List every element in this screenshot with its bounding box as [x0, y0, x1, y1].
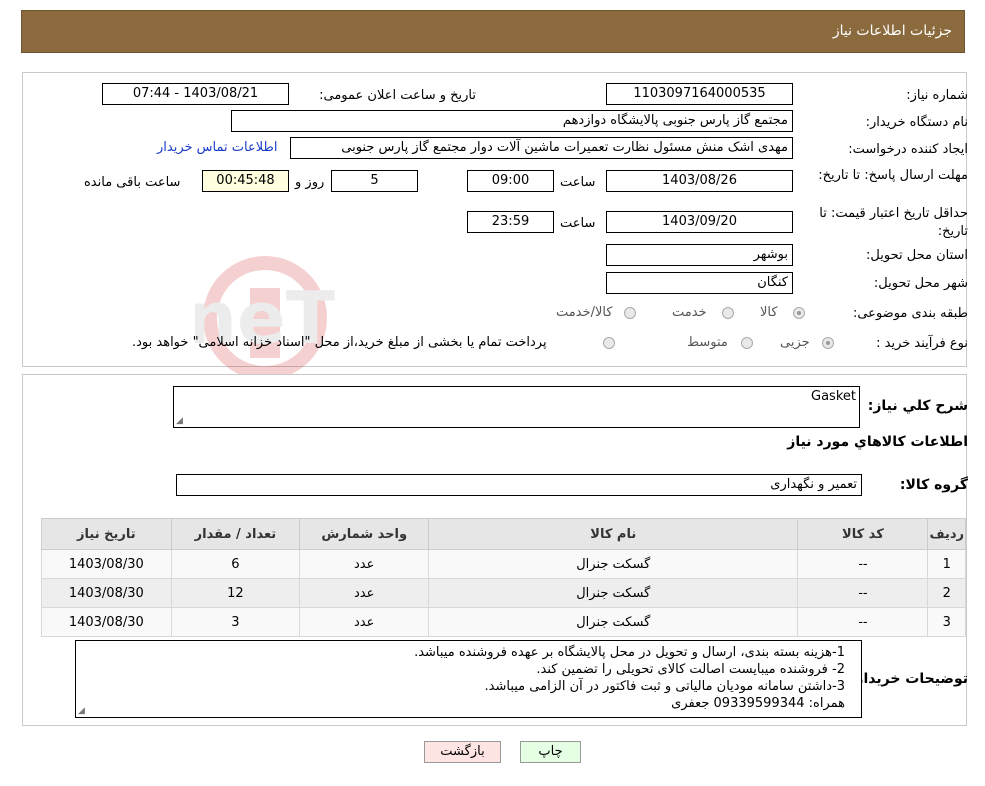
col-quantity: تعداد / مقدار: [170, 518, 301, 550]
col-unit: واحد شمارش: [299, 518, 430, 550]
col-item-code: کد کالا: [797, 518, 929, 550]
purchase-medium-label: متوسط: [687, 335, 728, 350]
category-label: طبقه بندی موضوعی:: [852, 306, 968, 321]
cell-row-number: 3: [927, 607, 966, 637]
purchase-medium-radio[interactable]: [741, 337, 753, 349]
remaining-label: ساعت باقی مانده: [84, 175, 181, 190]
cell-unit: عدد: [299, 607, 430, 637]
need-number-label: شماره نیاز:: [906, 88, 968, 103]
contact-buyer-link[interactable]: اطلاعات تماس خریدار: [157, 140, 277, 155]
validity-time-label: ساعت: [560, 216, 596, 231]
cell-quantity: 12: [170, 578, 301, 608]
category-goods-radio[interactable]: [793, 307, 805, 319]
table-header-row: رديف کد کالا نام کالا واحد شمارش تعداد /…: [41, 518, 966, 550]
treasury-note-radio[interactable]: [603, 337, 615, 349]
table-row: 1 -- گسکت جنرال عدد 6 1403/08/30: [41, 549, 966, 579]
validity-date-field: 1403/09/20: [606, 211, 793, 233]
cell-item-code: --: [797, 578, 929, 608]
cell-item-code: --: [797, 549, 929, 579]
col-item-name: نام کالا: [428, 518, 799, 550]
buyer-note-line: 3-داشتن سامانه مودیان مالیاتی و ثبت فاکت…: [484, 679, 845, 694]
creator-field: مهدی اشک منش مسئول نظارت تعمیرات ماشین آ…: [290, 137, 793, 159]
remaining-time-field: 00:45:48: [202, 170, 289, 192]
page-header: جزئیات اطلاعات نیاز: [21, 10, 965, 53]
city-field: کنگان: [606, 272, 793, 294]
goods-info-title: اطلاعات کالاهاي مورد نياز: [787, 434, 968, 450]
creator-label: ایجاد کننده درخواست:: [848, 142, 968, 157]
summary-textarea[interactable]: Gasket ◢: [173, 386, 860, 428]
cell-item-name: گسکت جنرال: [428, 549, 799, 579]
province-field: بوشهر: [606, 244, 793, 266]
category-goods-service-radio[interactable]: [624, 307, 636, 319]
col-need-date: تاریخ نیاز: [41, 518, 172, 550]
cell-item-name: گسکت جنرال: [428, 607, 799, 637]
buyer-label: نام دستگاه خریدار:: [865, 115, 968, 130]
category-goods-label: کالا: [760, 305, 778, 320]
purchase-minor-label: جزیی: [780, 335, 810, 350]
days-field: 5: [331, 170, 418, 192]
back-button[interactable]: بازگشت: [424, 741, 501, 763]
cell-row-number: 1: [927, 549, 966, 579]
cell-item-name: گسکت جنرال: [428, 578, 799, 608]
deadline-date-field: 1403/08/26: [606, 170, 793, 192]
cell-need-date: 1403/08/30: [41, 549, 172, 579]
announce-label: تاریخ و ساعت اعلان عمومی:: [319, 88, 476, 103]
purchase-minor-radio[interactable]: [822, 337, 834, 349]
category-goods-service-label: کالا/خدمت: [556, 305, 613, 320]
buyer-note-line: 1-هزینه بسته بندی، ارسال و تحویل در محل …: [414, 645, 845, 660]
summary-label: شرح کلي نياز:: [867, 398, 968, 414]
buyer-notes-label: توضیحات خریدار:: [849, 671, 968, 687]
table-row: 2 -- گسکت جنرال عدد 12 1403/08/30: [41, 578, 966, 608]
deadline-time-label: ساعت: [560, 175, 596, 190]
category-service-label: خدمت: [672, 305, 707, 320]
buyer-field: مجتمع گاز پارس جنوبی پالایشگاه دوازدهم: [231, 110, 793, 132]
treasury-note: پرداخت تمام یا بخشی از مبلغ خرید،از محل …: [132, 335, 547, 350]
cell-unit: عدد: [299, 549, 430, 579]
page-title: جزئیات اطلاعات نیاز: [832, 23, 952, 39]
goods-group-label: گروه کالا:: [899, 477, 968, 493]
cell-unit: عدد: [299, 578, 430, 608]
buyer-notes-textarea[interactable]: 1-هزینه بسته بندی، ارسال و تحویل در محل …: [75, 640, 862, 718]
cell-row-number: 2: [927, 578, 966, 608]
validity-label: حداقل تاریخ اعتبار قیمت: تا تاریخ:: [819, 206, 968, 239]
cell-quantity: 6: [170, 549, 301, 579]
city-label: شهر محل تحویل:: [873, 276, 968, 291]
buyer-note-line: 2- فروشنده میبایست اصالت کالای تحویلی را…: [536, 662, 845, 677]
items-table: رديف کد کالا نام کالا واحد شمارش تعداد /…: [41, 518, 966, 637]
resize-grip-icon[interactable]: ◢: [176, 417, 183, 426]
goods-group-field: تعمیر و نگهداری: [176, 474, 862, 496]
buyer-notes-text: 1-هزینه بسته بندی، ارسال و تحویل در محل …: [414, 644, 845, 712]
col-row-number: رديف: [927, 518, 966, 550]
print-button[interactable]: چاپ: [520, 741, 581, 763]
cell-item-code: --: [797, 607, 929, 637]
resize-grip-icon[interactable]: ◢: [78, 707, 85, 716]
cell-quantity: 3: [170, 607, 301, 637]
table-row: 3 -- گسکت جنرال عدد 3 1403/08/30: [41, 607, 966, 637]
deadline-label: مهلت ارسال پاسخ: تا تاریخ:: [818, 168, 968, 183]
cell-need-date: 1403/08/30: [41, 578, 172, 608]
category-service-radio[interactable]: [722, 307, 734, 319]
need-number-field: 1103097164000535: [606, 83, 793, 105]
validity-time-field: 23:59: [467, 211, 554, 233]
summary-text: Gasket: [811, 389, 856, 404]
cell-need-date: 1403/08/30: [41, 607, 172, 637]
province-label: استان محل تحویل:: [866, 248, 968, 263]
purchase-type-label: نوع فرآیند خرید :: [876, 336, 968, 351]
announce-field: 1403/08/21 - 07:44: [102, 83, 289, 105]
deadline-time-field: 09:00: [467, 170, 554, 192]
buyer-note-line: همراه: 09339599344 جعفری: [671, 696, 845, 711]
days-label: روز و: [295, 175, 325, 190]
